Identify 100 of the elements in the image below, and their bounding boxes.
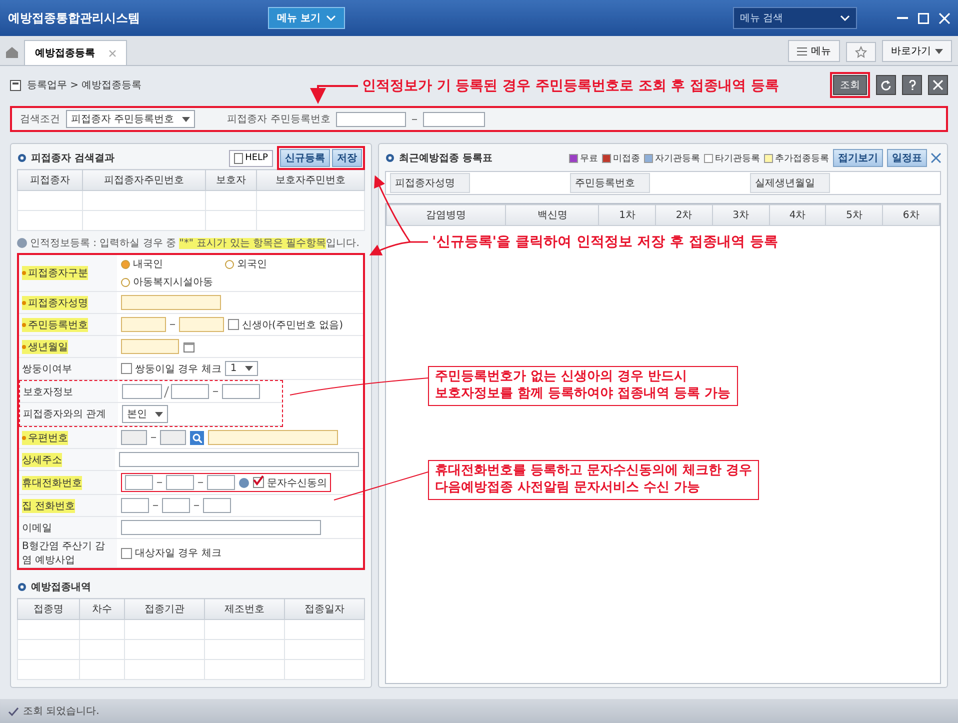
checkbox[interactable]: 쌍둥이일 경우 체크 <box>121 362 222 376</box>
column-header[interactable]: 4차 <box>769 204 826 226</box>
input-field[interactable] <box>122 384 162 399</box>
help-button[interactable]: HELP <box>229 150 273 166</box>
info-icon <box>17 238 27 248</box>
column-header[interactable]: 접종명 <box>18 598 80 620</box>
input-field[interactable] <box>166 475 194 490</box>
input-field[interactable] <box>119 452 359 467</box>
list-icon <box>797 46 807 56</box>
input-field[interactable] <box>162 498 190 513</box>
favorite-button[interactable] <box>846 42 876 62</box>
new-register-button[interactable]: 신규등록 <box>280 149 330 167</box>
tab[interactable]: 예방접종등록 <box>24 40 127 65</box>
annotation-text: '신규등록'을 클릭하여 인적정보 저장 후 접종내역 등록 <box>432 233 778 252</box>
checkbox[interactable]: 대상자일 경우 체크 <box>121 546 222 560</box>
callout-arrow <box>310 85 358 104</box>
column-header[interactable]: 피접종자주민번호 <box>82 170 206 190</box>
column-header[interactable]: 접종일자 <box>284 598 364 620</box>
check-icon <box>8 706 19 716</box>
close-button[interactable] <box>928 75 948 95</box>
caret-icon <box>182 116 190 122</box>
input-field[interactable] <box>121 317 166 332</box>
field-label: 휴대전화번호 <box>22 476 82 490</box>
help-button[interactable] <box>902 75 922 95</box>
section-bullet-icon <box>385 153 395 163</box>
field-label: 보호자정보 <box>23 386 73 398</box>
document-icon <box>234 152 244 164</box>
annotation-text: 주민등록번호가 없는 신생아의 경우 반드시 보호자정보를 함께 등록하여야 접종내역 등록 가능 <box>428 366 738 406</box>
query-button[interactable]: 조회 <box>833 75 867 95</box>
input-field[interactable] <box>121 498 149 513</box>
field-label: B형간염 주산기 감염 예방사업 <box>22 540 106 567</box>
legend-label: 타기관등록 <box>715 152 760 164</box>
shortcut-button[interactable]: 바로가기 <box>882 40 952 62</box>
column-header[interactable]: 1차 <box>598 204 656 226</box>
checkmark-icon <box>253 475 264 486</box>
menu-button[interactable]: 메뉴 보기 <box>268 7 346 29</box>
input-field[interactable] <box>208 430 338 445</box>
status-message: 조회 되었습니다. <box>23 705 100 718</box>
field-label: 우편번호 <box>22 430 68 444</box>
home-icon <box>6 47 18 58</box>
input-field[interactable] <box>171 384 209 399</box>
input-field[interactable] <box>336 112 406 126</box>
input-field[interactable] <box>125 475 153 490</box>
column-header[interactable]: 보호자주민번호 <box>256 170 364 190</box>
caret-icon <box>244 366 253 371</box>
menu-button[interactable]: 메뉴 <box>788 40 840 62</box>
checkbox[interactable]: 문자수신동의 <box>253 476 327 490</box>
radio-button[interactable]: 내국인 <box>121 257 221 271</box>
input-field[interactable] <box>222 384 260 399</box>
checkbox[interactable]: 신생아(주민번호 없음) <box>228 318 343 332</box>
section-title: 최근예방접종 등록표 <box>399 152 492 165</box>
field-label: 피접종자구분 <box>22 266 88 280</box>
minimize-icon <box>897 17 908 19</box>
input-field[interactable] <box>179 317 224 332</box>
input-field[interactable] <box>203 498 231 513</box>
radio-button[interactable]: 아동복지시설아동 <box>121 275 221 289</box>
input-field[interactable] <box>160 430 186 445</box>
input-field[interactable] <box>423 112 486 126</box>
column-header[interactable]: 접종기관 <box>124 598 204 620</box>
expand-icon <box>931 153 941 163</box>
condition-dropdown[interactable]: 피접종자 주민등록번호 <box>66 110 196 128</box>
column-header[interactable]: 백신명 <box>506 204 599 226</box>
column-header[interactable]: 차수 <box>80 598 124 620</box>
search-button[interactable] <box>190 430 204 444</box>
column-header[interactable]: 보호자 <box>205 170 256 190</box>
section-bullet-icon <box>17 153 27 163</box>
caret-icon <box>935 48 943 54</box>
input-field[interactable] <box>121 295 221 310</box>
section-title: 피접종자 검색결과 <box>31 152 114 165</box>
twin-dropdown[interactable]: 1 <box>225 361 258 376</box>
menu-search-field[interactable]: 메뉴 검색 <box>733 7 857 29</box>
required-note: 인적정보등록 : 입력하실 경우 중 "*" 표시가 있는 항목은 필수항목입니다. <box>30 237 360 250</box>
info-label: 피접종자성명 <box>390 173 470 193</box>
input-field[interactable] <box>121 430 147 445</box>
panel-button[interactable]: 일정표 <box>887 149 927 167</box>
column-header[interactable]: 피접종자 <box>18 170 83 190</box>
panel-button[interactable]: 접기보기 <box>833 149 883 167</box>
relation-dropdown[interactable]: 본인 <box>122 405 168 423</box>
column-header[interactable]: 제조번호 <box>204 598 284 620</box>
column-header[interactable]: 감염병명 <box>386 204 506 226</box>
maximize-icon <box>918 12 929 24</box>
search-condition-label: 검색조건 <box>20 113 60 126</box>
input-field[interactable] <box>121 339 179 354</box>
info-label: 주민등록번호 <box>570 173 650 193</box>
column-header[interactable]: 6차 <box>882 204 940 226</box>
annotation-text: 인적정보가 기 등록된 경우 주민등록번호로 조회 후 접종내역 등록 <box>362 77 779 96</box>
refresh-button[interactable] <box>876 75 896 95</box>
field-label: 상세주소 <box>22 452 62 466</box>
column-header[interactable]: 2차 <box>656 204 712 226</box>
column-header[interactable]: 3차 <box>712 204 770 226</box>
legend-label: 자기관등록 <box>655 152 700 164</box>
save-button[interactable]: 저장 <box>332 149 362 167</box>
column-header[interactable]: 5차 <box>826 204 883 226</box>
field-label: 이메일 <box>22 522 52 534</box>
radio-button[interactable]: 외국인 <box>225 257 325 271</box>
field-label: 피접종자 주민등록번호 <box>227 113 330 126</box>
calendar-icon <box>183 340 195 352</box>
field-label: 피접종자와의 관계 <box>23 408 106 421</box>
input-field[interactable] <box>121 520 321 535</box>
input-field[interactable] <box>207 475 235 490</box>
